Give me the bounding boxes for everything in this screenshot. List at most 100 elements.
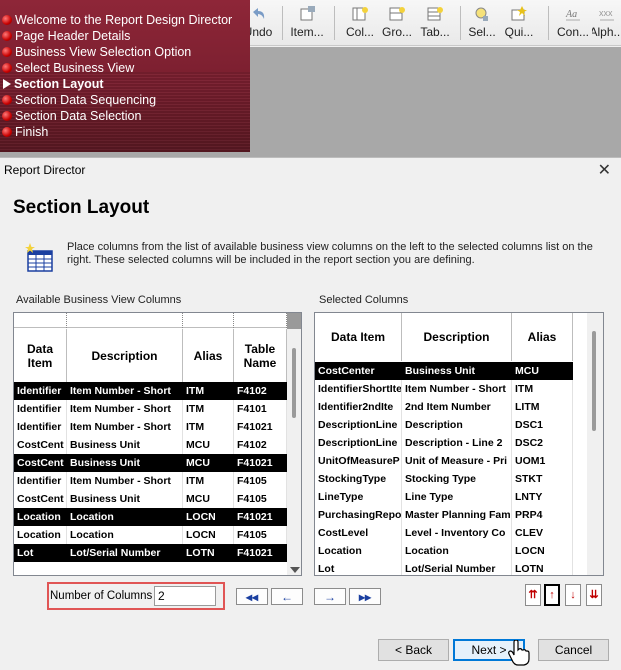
table-cell: Unit of Measure - Pri	[402, 452, 512, 470]
quick-label: Qui...	[504, 25, 534, 39]
add-all-button[interactable]: ▸▸	[349, 588, 381, 605]
step-bullet-icon	[2, 127, 12, 137]
table-cell: DSC2	[512, 434, 573, 452]
constant-button[interactable]: Aa Con...	[556, 4, 590, 42]
columnar-button[interactable]: Col...	[344, 4, 376, 42]
table-cell: LOCN	[183, 526, 234, 544]
move-up-button[interactable]: ↑	[544, 584, 560, 606]
table-row[interactable]: CostCenter Business Unit MCU	[315, 362, 573, 380]
table-row[interactable]: Identifier Item Number - Short ITM F4105	[14, 472, 287, 490]
table-cell: ITM	[183, 418, 234, 436]
table-cell: Stocking Type	[402, 470, 512, 488]
quick-button[interactable]: Qui...	[503, 4, 535, 42]
table-cell: CostCent	[14, 436, 67, 454]
table-cell: Identifier2ndIte	[315, 398, 402, 416]
selected-columns-label: Selected Columns	[319, 294, 409, 306]
table-row[interactable]: StockingType Stocking Type STKT	[315, 470, 573, 488]
table-row[interactable]: CostCent Business Unit MCU F41021	[14, 454, 287, 472]
columnar-label: Col...	[345, 25, 374, 39]
filter-row[interactable]	[14, 313, 287, 328]
columns-list-icon	[25, 243, 53, 272]
table-cell: DescriptionLine	[315, 416, 402, 434]
step-bullet-icon	[2, 47, 12, 57]
table-cell: CostCent	[14, 454, 67, 472]
table-cell: ITM	[183, 382, 234, 400]
cancel-button[interactable]: Cancel	[538, 639, 609, 661]
header-description[interactable]: Description	[402, 313, 512, 361]
table-row[interactable]: Identifier Item Number - Short ITM F41021	[14, 418, 287, 436]
header-alias[interactable]: Alias	[183, 329, 234, 382]
table-cell: Identifier	[14, 418, 67, 436]
table-row[interactable]: DescriptionLine Description DSC1	[315, 416, 573, 434]
table-cell: CLEV	[512, 524, 573, 542]
header-data-item[interactable]: Data Item	[315, 313, 402, 361]
close-icon[interactable]: ✕	[598, 160, 611, 180]
remove-column-button[interactable]: ←	[271, 588, 303, 605]
scroll-down-icon[interactable]	[290, 567, 300, 573]
table-cell: CostCent	[14, 490, 67, 508]
back-button[interactable]: < Back	[378, 639, 449, 661]
step-bullet-icon	[2, 31, 12, 41]
available-scrollbar[interactable]	[287, 313, 301, 575]
table-row[interactable]: Lot Lot/Serial Number LOTN F41021	[14, 544, 287, 562]
move-to-bottom-button[interactable]: ⇊	[586, 584, 602, 606]
table-cell: Identifier	[14, 400, 67, 418]
add-column-button[interactable]: →	[314, 588, 346, 605]
tabular-button[interactable]: Tab...	[418, 4, 452, 42]
table-cell: F4102	[234, 436, 287, 454]
remove-all-button[interactable]: ◂◂	[236, 588, 268, 605]
table-cell: MCU	[512, 362, 573, 380]
alphanumeric-icon: xxx	[599, 8, 614, 21]
table-cell: Lot/Serial Number	[67, 544, 183, 562]
alphanumeric-label: Alph...	[592, 25, 621, 39]
group-button[interactable]: Gro...	[381, 4, 413, 42]
table-row[interactable]: Location Location LOCN F41021	[14, 508, 287, 526]
table-row[interactable]: Location Location LOCN	[315, 542, 573, 560]
table-row[interactable]: Location Location LOCN F4105	[14, 526, 287, 544]
table-cell: CostLevel	[315, 524, 402, 542]
table-row[interactable]: CostCent Business Unit MCU F4105	[14, 490, 287, 508]
step-label: Section Data Selection	[15, 109, 142, 123]
table-row[interactable]: Identifier Item Number - Short ITM F4101	[14, 400, 287, 418]
header-alias[interactable]: Alias	[512, 313, 573, 361]
quick-icon	[511, 6, 527, 21]
alphanumeric-button[interactable]: xxx Alph...	[592, 4, 621, 42]
table-cell: Identifier	[14, 472, 67, 490]
table-cell: LOCN	[512, 542, 573, 560]
table-row[interactable]: PurchasingRepo Master Planning Fam PRP4	[315, 506, 573, 524]
table-row[interactable]: IdentifierShortIte Item Number - Short ITM	[315, 380, 573, 398]
table-row[interactable]: CostLevel Level - Inventory Co CLEV	[315, 524, 573, 542]
report-director-dialog: Report Director ✕ Section Layout Place c…	[0, 157, 621, 670]
table-row[interactable]: UnitOfMeasureP Unit of Measure - Pri UOM1	[315, 452, 573, 470]
header-description[interactable]: Description	[67, 329, 183, 382]
table-cell: F4105	[234, 490, 287, 508]
selected-scrollbar[interactable]	[587, 313, 603, 575]
table-row[interactable]: Identifier2ndIte 2nd Item Number LITM	[315, 398, 573, 416]
selected-columns-list[interactable]: Data Item Description Alias CostCenter Bu…	[314, 312, 604, 576]
step-section-layout: Section Layout	[0, 76, 250, 92]
table-row[interactable]: Lot Lot/Serial Number LOTN	[315, 560, 573, 575]
available-columns-list[interactable]: Data Item Description Alias Table Name I…	[13, 312, 302, 576]
wizard-steps: Welcome to the Report Design Director Pa…	[0, 0, 250, 152]
hand-cursor-icon	[508, 640, 530, 666]
table-cell: UOM1	[512, 452, 573, 470]
header-data-item[interactable]: Data Item	[14, 329, 67, 382]
step-label: Finish	[15, 125, 49, 139]
table-cell: Business Unit	[67, 436, 183, 454]
step-bullet-icon	[2, 63, 12, 73]
move-down-button[interactable]: ↓	[565, 584, 581, 606]
table-cell: Item Number - Short	[67, 418, 183, 436]
table-row[interactable]: LineType Line Type LNTY	[315, 488, 573, 506]
tabular-label: Tab...	[420, 25, 450, 39]
table-row[interactable]: Identifier Item Number - Short ITM F4102	[14, 382, 287, 400]
move-to-top-button[interactable]: ⇈	[525, 584, 541, 606]
table-row[interactable]: CostCent Business Unit MCU F4102	[14, 436, 287, 454]
header-table-name[interactable]: Table Name	[234, 329, 287, 382]
step-finish: Finish	[0, 124, 250, 140]
selection-button[interactable]: Sel...	[467, 4, 497, 42]
table-cell: Identifier	[14, 382, 67, 400]
step-bullet-icon	[2, 15, 12, 25]
item-button[interactable]: Item...	[287, 4, 327, 42]
table-row[interactable]: DescriptionLine Description - Line 2 DSC2	[315, 434, 573, 452]
number-of-columns-input[interactable]	[154, 586, 216, 606]
